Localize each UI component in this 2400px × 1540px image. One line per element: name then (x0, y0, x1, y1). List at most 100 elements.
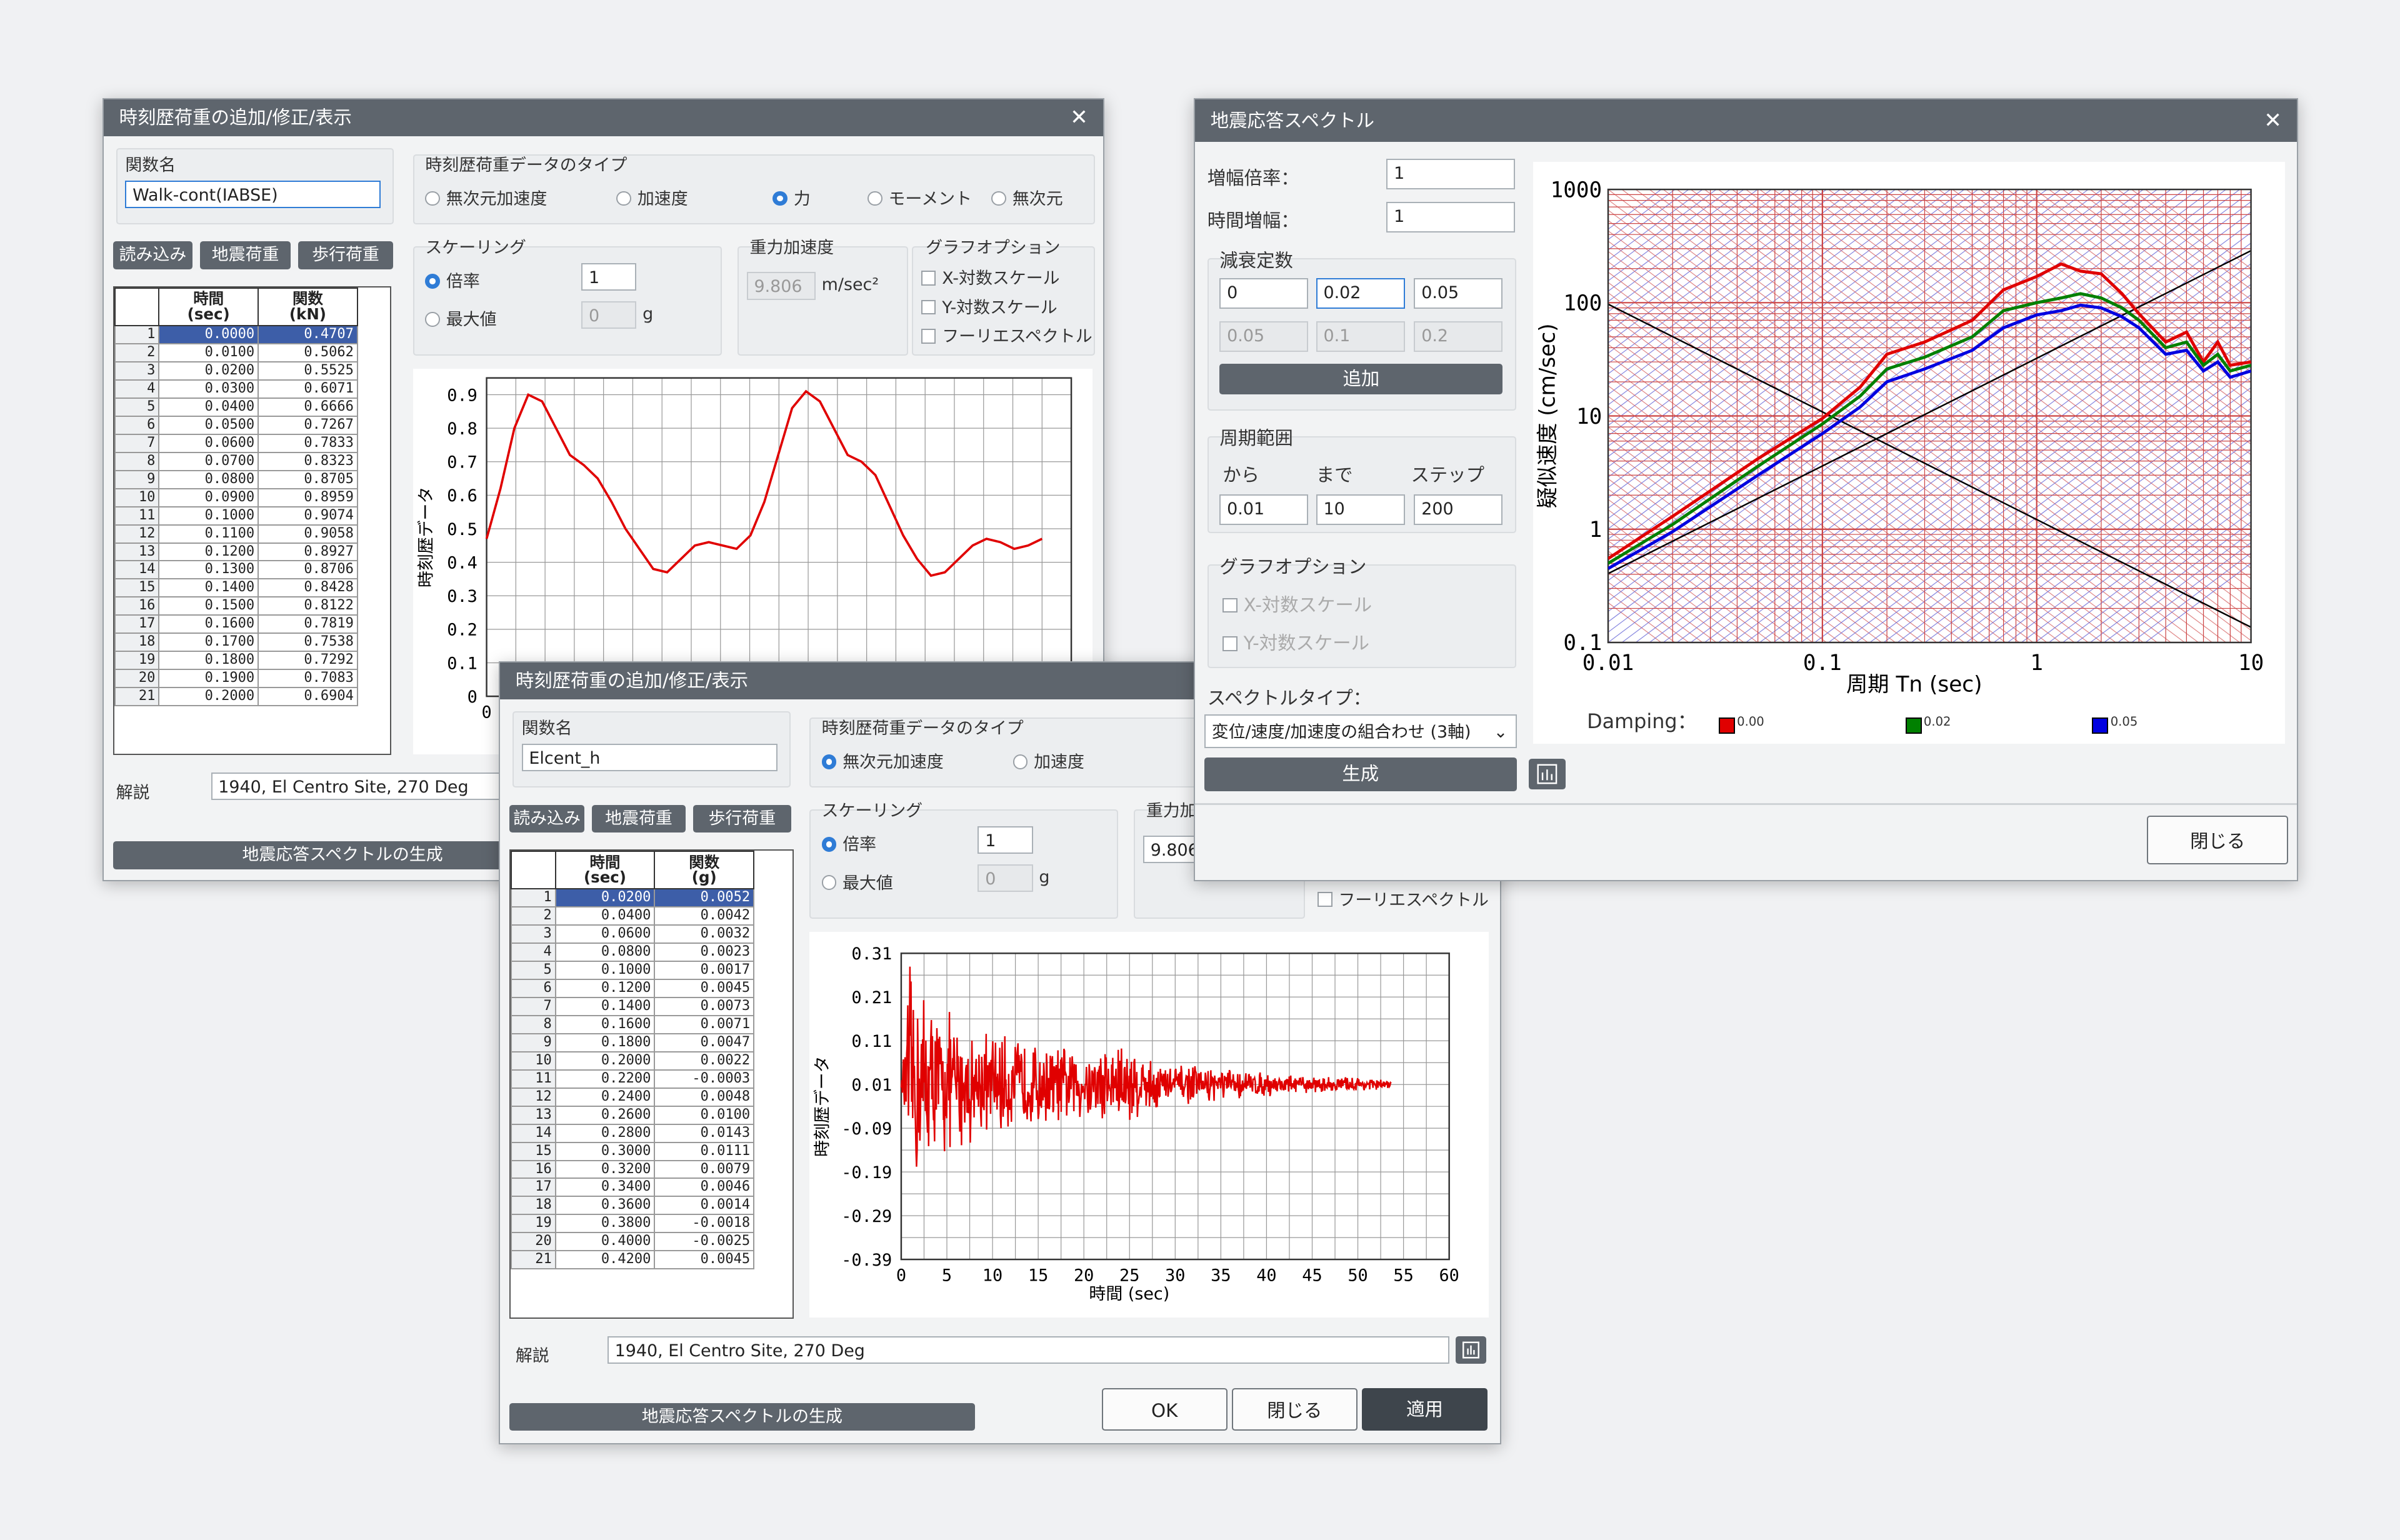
time-cell[interactable]: 0.3600 (554, 1196, 656, 1216)
time-cell[interactable]: 0.2200 (554, 1069, 656, 1089)
row-index[interactable]: 2 (114, 343, 160, 363)
time-cell[interactable]: 0.2000 (158, 687, 259, 706)
table-row[interactable]: 9 0.0800 0.8705 (114, 469, 358, 489)
row-index[interactable]: 21 (511, 1250, 556, 1270)
value-cell[interactable]: 0.7538 (258, 632, 358, 652)
type-radio-force[interactable]: 力 (772, 185, 811, 209)
y-log-checkbox[interactable]: Y-対数スケール (1222, 629, 1369, 655)
time-cell[interactable]: 0.3800 (554, 1214, 656, 1234)
data-table[interactable]: 時間 (sec) 関数 (g) 1 0.0200 0.0052 2 0.0400 0.0042 3 0… (509, 849, 794, 1319)
time-cell[interactable]: 0.0300 (158, 379, 259, 399)
table-row[interactable]: 3 0.0600 0.0032 (511, 924, 755, 944)
table-row[interactable]: 8 0.0700 0.8323 (114, 451, 358, 471)
walking-load-button[interactable]: 歩行荷重 (298, 241, 393, 269)
value-cell[interactable]: 0.6904 (258, 687, 358, 706)
value-cell[interactable]: 0.9074 (258, 506, 358, 526)
row-index[interactable]: 12 (114, 524, 160, 544)
table-row[interactable]: 10 0.0900 0.8959 (114, 488, 358, 508)
value-cell[interactable]: 0.0042 (654, 906, 755, 926)
type-radio-nondim[interactable]: 無次元 (991, 185, 1063, 209)
max-value-input[interactable]: 0 (978, 864, 1033, 892)
ok-button[interactable]: OK (1101, 1388, 1228, 1431)
time-cell[interactable]: 0.0400 (158, 398, 259, 417)
table-row[interactable]: 4 0.0300 0.6071 (114, 379, 358, 399)
value-cell[interactable]: 0.4707 (258, 325, 358, 345)
function-name-input[interactable]: Elcent_h (521, 743, 778, 771)
value-cell[interactable]: 0.8705 (258, 469, 358, 489)
row-index[interactable]: 4 (114, 379, 160, 399)
value-cell[interactable]: 0.0048 (654, 1087, 755, 1107)
value-cell[interactable]: 0.0022 (654, 1051, 755, 1071)
table-row[interactable]: 20 0.4000 -0.0025 (511, 1232, 755, 1252)
time-cell[interactable]: 0.0500 (158, 415, 259, 435)
time-scale-input[interactable]: 1 (1386, 201, 1516, 232)
time-cell[interactable]: 0.2400 (554, 1087, 656, 1107)
row-index[interactable]: 13 (511, 1105, 556, 1125)
time-cell[interactable]: 0.1900 (158, 669, 259, 688)
type-radio-nondim-accel[interactable]: 無次元加速度 (822, 748, 944, 772)
time-cell[interactable]: 0.1000 (554, 961, 656, 981)
value-column-header[interactable]: 関数 (g) (654, 850, 755, 890)
row-index[interactable]: 20 (511, 1232, 556, 1252)
row-index[interactable]: 5 (114, 398, 160, 417)
table-row[interactable]: 13 0.1200 0.8927 (114, 542, 358, 562)
value-cell[interactable]: 0.7833 (258, 433, 358, 453)
row-index[interactable]: 3 (114, 361, 160, 381)
row-index[interactable]: 17 (511, 1178, 556, 1198)
time-cell[interactable]: 0.1800 (554, 1032, 656, 1052)
row-index[interactable]: 10 (511, 1051, 556, 1071)
time-cell[interactable]: 0.2800 (554, 1123, 656, 1143)
time-cell[interactable]: 0.0400 (554, 906, 656, 926)
close-icon[interactable]: ✕ (1070, 99, 1088, 136)
time-cell[interactable]: 0.0100 (158, 343, 259, 363)
time-cell[interactable]: 0.1000 (158, 506, 259, 526)
time-cell[interactable]: 0.1600 (158, 614, 259, 634)
row-index[interactable]: 15 (511, 1141, 556, 1161)
table-row[interactable]: 9 0.1800 0.0047 (511, 1032, 755, 1052)
table-row[interactable]: 21 0.2000 0.6904 (114, 687, 358, 706)
table-row[interactable]: 15 0.1400 0.8428 (114, 578, 358, 598)
table-row[interactable]: 11 0.1000 0.9074 (114, 506, 358, 526)
close-button[interactable]: 閉じる (1231, 1388, 1358, 1431)
value-cell[interactable]: 0.0023 (654, 942, 755, 962)
max-value-radio[interactable]: 最大値 (822, 869, 893, 894)
row-index[interactable]: 5 (511, 961, 556, 981)
scale-factor-input[interactable]: 1 (581, 262, 637, 291)
table-row[interactable]: 5 0.1000 0.0017 (511, 961, 755, 981)
row-index[interactable]: 19 (511, 1214, 556, 1234)
time-cell[interactable]: 0.1800 (158, 651, 259, 671)
row-index[interactable]: 7 (511, 997, 556, 1017)
row-index[interactable]: 9 (511, 1032, 556, 1052)
generate-spectrum-button[interactable]: 地震応答スペクトルの生成 (509, 1403, 975, 1431)
spectrum-type-select[interactable]: 変位/速度/加速度の組合わせ (3軸) ⌄ (1204, 714, 1517, 749)
table-row[interactable]: 2 0.0400 0.0042 (511, 906, 755, 926)
time-cell[interactable]: 0.1400 (554, 997, 656, 1017)
row-index[interactable]: 19 (114, 651, 160, 671)
row-index[interactable]: 21 (114, 687, 160, 706)
table-row[interactable]: 19 0.1800 0.7292 (114, 651, 358, 671)
value-cell[interactable]: 0.9058 (258, 524, 358, 544)
row-index[interactable]: 1 (114, 325, 160, 345)
load-button[interactable]: 読み込み (509, 804, 585, 832)
row-index[interactable]: 20 (114, 669, 160, 688)
x-log-checkbox[interactable]: X-対数スケール (1222, 591, 1372, 617)
row-index[interactable]: 8 (114, 451, 160, 471)
value-cell[interactable]: 0.6071 (258, 379, 358, 399)
table-row[interactable]: 18 0.1700 0.7538 (114, 632, 358, 652)
row-index[interactable]: 7 (114, 433, 160, 453)
table-row[interactable]: 17 0.3400 0.0046 (511, 1178, 755, 1198)
time-cell[interactable]: 0.0000 (158, 325, 259, 345)
table-row[interactable]: 3 0.0200 0.5525 (114, 361, 358, 381)
earthquake-load-button[interactable]: 地震荷重 (200, 241, 291, 269)
time-cell[interactable]: 0.4200 (554, 1250, 656, 1270)
time-cell[interactable]: 0.0200 (554, 888, 656, 908)
fourier-checkbox[interactable]: フーリエスペクトル (1318, 886, 1488, 911)
table-row[interactable]: 8 0.1600 0.0071 (511, 1015, 755, 1034)
row-index[interactable]: 17 (114, 614, 160, 634)
description-input[interactable]: 1940, El Centro Site, 270 Deg (607, 1336, 1449, 1364)
table-row[interactable]: 6 0.0500 0.7267 (114, 415, 358, 435)
chart-icon[interactable] (1529, 759, 1566, 790)
row-index[interactable]: 6 (511, 979, 556, 999)
time-cell[interactable]: 0.0700 (158, 451, 259, 471)
max-value-input[interactable]: 0 (581, 301, 637, 329)
